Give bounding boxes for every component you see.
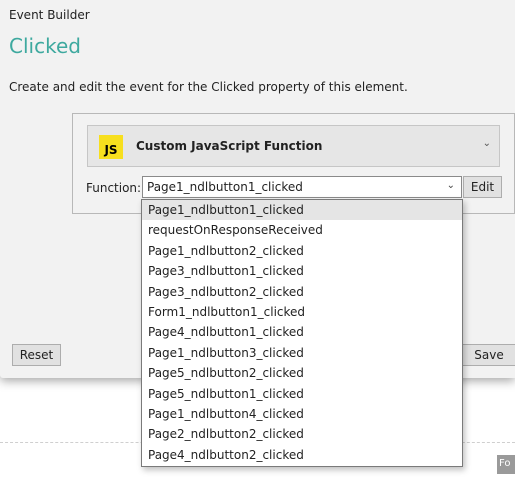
dialog-description: Create and edit the event for the Clicke… — [9, 80, 408, 94]
dropdown-option[interactable]: Page1_ndlbutton4_clicked — [142, 404, 462, 424]
event-type-select[interactable]: JS Custom JavaScript Function ⌄ — [87, 125, 500, 167]
dropdown-option[interactable]: requestOnResponseReceived — [142, 220, 462, 240]
dropdown-option[interactable]: Page4_ndlbutton1_clicked — [142, 322, 462, 342]
dropdown-option[interactable]: Page5_ndlbutton1_clicked — [142, 384, 462, 404]
property-header: Clicked — [9, 34, 81, 58]
function-select-value: Page1_ndlbutton1_clicked — [147, 180, 303, 194]
function-select[interactable]: Page1_ndlbutton1_clicked ⌄ — [142, 176, 462, 198]
chevron-down-icon: ⌄ — [482, 138, 491, 149]
reset-button[interactable]: Reset — [12, 344, 61, 366]
dropdown-option[interactable]: Page1_ndlbutton1_clicked — [142, 200, 462, 221]
dropdown-option[interactable]: Page2_ndlbutton2_clicked — [142, 424, 462, 444]
function-label: Function: — [86, 181, 142, 195]
dropdown-option[interactable]: Page5_ndlbutton2_clicked — [142, 363, 462, 383]
save-button[interactable]: Save — [462, 344, 515, 366]
dropdown-option[interactable]: Form1_ndlbutton1_clicked — [142, 302, 462, 322]
javascript-icon: JS — [99, 135, 123, 159]
chevron-down-icon: ⌄ — [446, 180, 455, 191]
dropdown-option[interactable]: Page1_ndlbutton3_clicked — [142, 343, 462, 363]
edit-button[interactable]: Edit — [463, 176, 502, 198]
dialog-title: Event Builder — [9, 8, 90, 22]
dropdown-option[interactable]: Page4_ndlbutton2_clicked — [142, 445, 462, 465]
background-tab[interactable]: Fo — [497, 455, 515, 474]
dropdown-option[interactable]: Page1_ndlbutton2_clicked — [142, 241, 462, 261]
function-dropdown-list[interactable]: Page1_ndlbutton1_clicked requestOnRespons… — [141, 199, 463, 467]
dropdown-option[interactable]: Page3_ndlbutton2_clicked — [142, 282, 462, 302]
event-type-label: Custom JavaScript Function — [136, 139, 323, 153]
dropdown-option[interactable]: Page3_ndlbutton1_clicked — [142, 261, 462, 281]
